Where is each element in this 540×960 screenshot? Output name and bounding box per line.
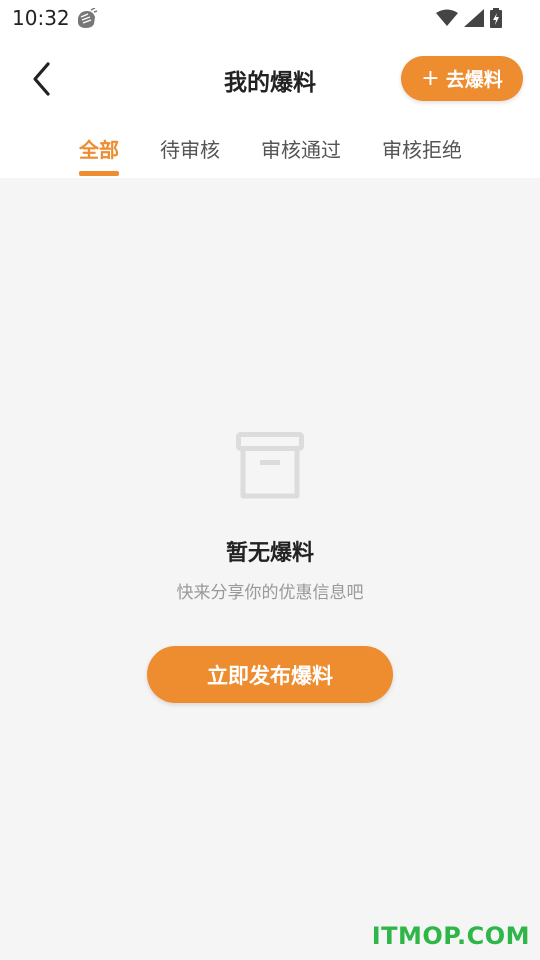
watermark: ITMOP.COM	[371, 922, 530, 950]
status-bar: 10:32	[0, 0, 540, 38]
empty-box-icon	[236, 432, 304, 499]
empty-subtitle: 快来分享你的优惠信息吧	[176, 583, 364, 603]
signal-icon	[464, 9, 484, 27]
status-time: 10:32	[12, 6, 70, 30]
tab-rejected[interactable]: 审核拒绝	[382, 134, 462, 163]
app-notification-icon	[78, 8, 98, 28]
tab-pending[interactable]: 待审核	[160, 134, 220, 163]
publish-button[interactable]: 立即发布爆料	[147, 646, 393, 703]
plus-icon: +	[421, 65, 440, 91]
go-report-label: 去爆料	[445, 69, 503, 91]
empty-title: 暂无爆料	[225, 541, 314, 566]
wifi-icon	[436, 9, 458, 26]
go-report-button[interactable]: + 去爆料	[401, 56, 523, 101]
battery-icon	[490, 8, 502, 28]
tab-all[interactable]: 全部	[79, 134, 119, 163]
tab-approved[interactable]: 审核通过	[261, 134, 341, 163]
tab-active-indicator	[79, 171, 119, 176]
